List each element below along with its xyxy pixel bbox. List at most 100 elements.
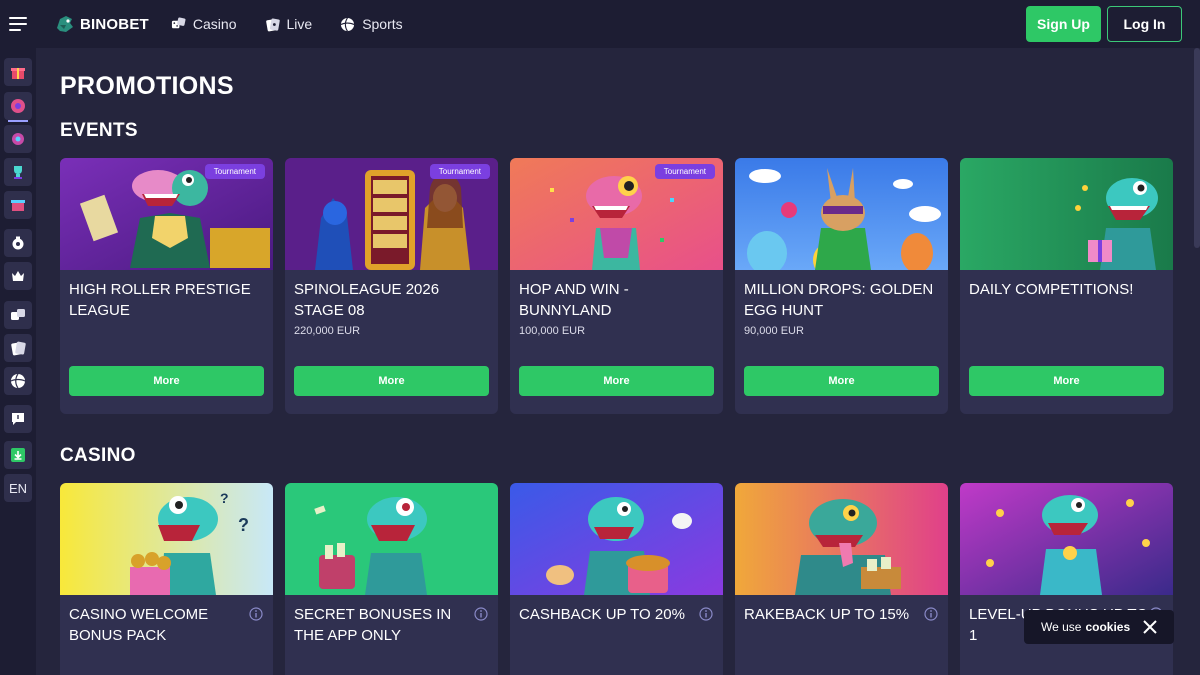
sidebar-item-support[interactable]	[4, 405, 32, 433]
shop-icon	[11, 200, 25, 211]
nav-live-label: Live	[286, 16, 313, 32]
casino-card-title: RAKEBACK UP TO 15%	[744, 606, 910, 623]
events-section-title: EVENTS	[60, 120, 138, 141]
signup-button[interactable]: Sign Up	[1026, 6, 1101, 42]
event-card[interactable]: Tournament SPINOLEAGUE 2026 STAGE 08 220…	[285, 158, 498, 414]
sidebar-item-wheel[interactable]	[4, 92, 32, 120]
cards-icon	[265, 18, 280, 31]
casino-card-image	[960, 483, 1173, 595]
cookie-link[interactable]: cookies	[1085, 620, 1130, 634]
welcome-bonus-dino-image: ? ?	[60, 483, 273, 595]
sidebar-item-tournaments[interactable]	[4, 125, 32, 153]
info-icon[interactable]	[474, 607, 488, 621]
more-button[interactable]: More	[69, 366, 264, 396]
nav-casino[interactable]: Casino	[171, 16, 237, 32]
casino-card-title: CASHBACK UP TO 20%	[519, 606, 685, 623]
casino-card-image	[285, 483, 498, 595]
ball-icon	[10, 373, 26, 389]
cards-icon	[11, 341, 26, 356]
casino-card[interactable]: SECRET BONUSES IN THE APP ONLY	[285, 483, 498, 675]
info-icon[interactable]	[249, 607, 263, 621]
daily-competitions-dino-image	[960, 158, 1173, 270]
tournament-badge: Tournament	[654, 164, 715, 179]
sidebar-item-download[interactable]	[4, 441, 32, 469]
casino-card-title: CASINO WELCOME BONUS PACK	[69, 606, 209, 644]
more-button[interactable]: More	[294, 366, 489, 396]
more-button[interactable]: More	[969, 366, 1164, 396]
menu-icon[interactable]	[0, 0, 36, 48]
main-nav: Casino Live Sports	[171, 16, 403, 32]
page-title: PROMOTIONS	[60, 72, 234, 100]
gift-icon	[11, 68, 25, 79]
sidebar-item-casino[interactable]	[4, 301, 32, 329]
sidebar-item-trophy[interactable]	[4, 158, 32, 186]
cashback-dino-image	[510, 483, 723, 595]
sidebar-active-indicator	[8, 120, 28, 122]
casino-card-image	[510, 483, 723, 595]
event-card[interactable]: MILLION DROPS: GOLDEN EGG HUNT 90,000 EU…	[735, 158, 948, 414]
event-card[interactable]: Tournament HIGH ROLLER PRESTIGE LEAGUE M…	[60, 158, 273, 414]
nav-sports[interactable]: Sports	[340, 16, 403, 32]
page-scrollbar[interactable]	[1194, 48, 1200, 248]
level-up-dino-image	[960, 483, 1173, 595]
main-content: PROMOTIONS EVENTS Tournament HIGH ROLLER…	[36, 48, 1200, 675]
download-icon	[11, 448, 25, 462]
more-button[interactable]: More	[519, 366, 714, 396]
close-icon[interactable]	[1142, 619, 1158, 635]
casino-card-title: SECRET BONUSES IN THE APP ONLY	[294, 606, 452, 644]
casino-card[interactable]: LEVEL-UP BONUS UP TO 1	[960, 483, 1173, 675]
sidebar-item-live[interactable]	[4, 334, 32, 362]
event-card-title: HOP AND WIN - BUNNYLAND	[519, 281, 629, 319]
prize-amount: 90,000 EUR	[744, 325, 804, 337]
cookie-notice: We use cookies	[1024, 610, 1174, 644]
casino-card[interactable]: RAKEBACK UP TO 15%	[735, 483, 948, 675]
event-card[interactable]: DAILY COMPETITIONS! More	[960, 158, 1173, 414]
language-label: EN	[8, 480, 28, 496]
casino-card[interactable]: ? ? CASINO WELCOME BONUS PACK	[60, 483, 273, 675]
wheel-icon	[11, 99, 25, 113]
svg-text:?: ?	[238, 515, 249, 535]
event-card-title: DAILY COMPETITIONS!	[969, 281, 1134, 298]
event-card-image	[960, 158, 1173, 270]
casino-section-title: CASINO	[60, 445, 136, 466]
nav-sports-label: Sports	[362, 16, 403, 32]
left-sidebar: EN	[0, 48, 36, 675]
dice-icon	[171, 17, 186, 28]
sidebar-item-shop[interactable]	[4, 191, 32, 219]
top-bar: BINOBET Casino Live Sports Sign Up Log I…	[0, 0, 1200, 48]
nav-live[interactable]: Live	[265, 16, 313, 32]
ball-icon	[340, 17, 355, 31]
login-button[interactable]: Log In	[1107, 6, 1182, 42]
auth-buttons: Sign Up Log In	[1026, 6, 1182, 42]
secret-bonus-dino-image	[285, 483, 498, 595]
event-card-image	[735, 158, 948, 270]
tournament-badge: Tournament	[204, 164, 265, 179]
event-card[interactable]: Tournament HOP AND WIN - BUNNYLAND 100,0…	[510, 158, 723, 414]
event-card-title: SPINOLEAGUE 2026 STAGE 08	[294, 281, 440, 319]
tournament-icon	[12, 133, 24, 145]
logo[interactable]: BINOBET	[54, 13, 149, 35]
rakeback-dino-image	[735, 483, 948, 595]
language-selector[interactable]: EN	[4, 474, 32, 502]
chat-icon	[12, 413, 24, 425]
sidebar-item-bag[interactable]	[4, 229, 32, 257]
nav-casino-label: Casino	[192, 16, 237, 32]
sidebar-item-sports[interactable]	[4, 367, 32, 395]
casino-card[interactable]: CASHBACK UP TO 20%	[510, 483, 723, 675]
info-icon[interactable]	[924, 607, 938, 621]
casino-card-image	[735, 483, 948, 595]
dino-logo-icon	[57, 16, 73, 32]
info-icon[interactable]	[699, 607, 713, 621]
crown-icon	[12, 271, 24, 281]
trophy-icon	[14, 166, 22, 179]
event-card-title: HIGH ROLLER PRESTIGE LEAGUE	[69, 281, 251, 319]
golden-egg-bunny-image	[735, 158, 948, 270]
prize-amount: 100,000 EUR	[519, 325, 586, 337]
more-button[interactable]: More	[744, 366, 939, 396]
sidebar-item-promotions[interactable]	[4, 58, 32, 86]
prize-amount: 220,000 EUR	[294, 325, 361, 337]
bag-icon	[12, 236, 24, 250]
event-card-title: MILLION DROPS: GOLDEN EGG HUNT	[744, 281, 934, 319]
sidebar-item-vip[interactable]	[4, 262, 32, 290]
dice-icon	[11, 309, 25, 320]
